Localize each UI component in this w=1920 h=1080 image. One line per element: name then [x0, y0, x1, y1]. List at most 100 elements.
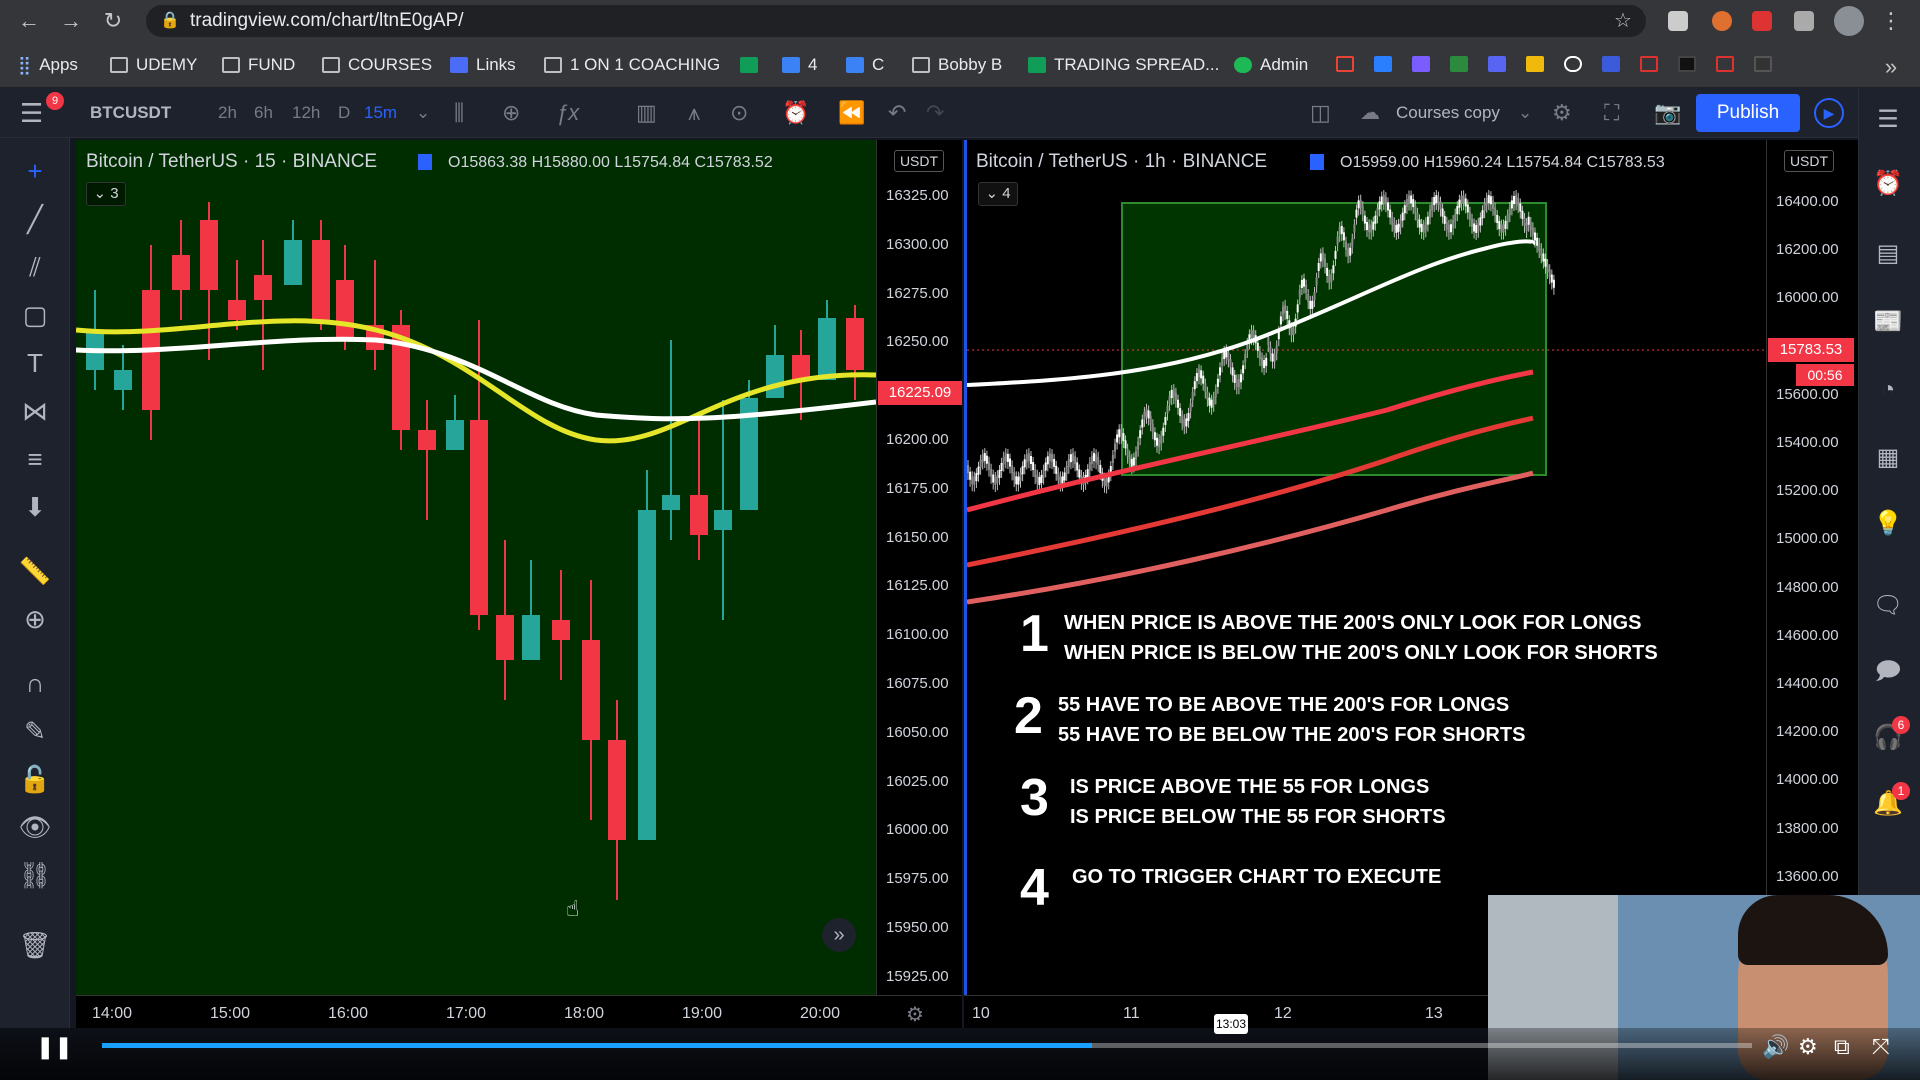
- messages-icon[interactable]: 🗩: [1870, 654, 1906, 690]
- candles-icon[interactable]: ⫼: [454, 88, 464, 138]
- trendline-icon[interactable]: ╱: [18, 202, 52, 236]
- currency-label-left[interactable]: USDT: [894, 150, 944, 172]
- sk-icon[interactable]: [1754, 56, 1772, 72]
- interval-15m[interactable]: 15m: [364, 88, 397, 138]
- arrow-down-icon[interactable]: ⬇: [18, 490, 52, 524]
- extension-icon[interactable]: [1712, 11, 1732, 31]
- layout-icon[interactable]: ◫: [1310, 88, 1331, 138]
- chart-left-canvas[interactable]: [75, 140, 877, 995]
- symbol-search[interactable]: BTCUSDT: [90, 88, 171, 138]
- interval-d[interactable]: D: [338, 88, 350, 138]
- ruler-icon[interactable]: 📏: [18, 554, 52, 588]
- lock-drawings-icon[interactable]: 🔓: [18, 762, 52, 796]
- forward-icon[interactable]: →: [56, 6, 86, 36]
- eye-icon[interactable]: 👁: [18, 810, 52, 844]
- back-icon[interactable]: ←: [14, 6, 44, 36]
- zoom-icon[interactable]: ⊕: [18, 602, 52, 636]
- magnet-icon[interactable]: ∩: [18, 666, 52, 700]
- layout-name[interactable]: Courses copy: [1396, 88, 1500, 138]
- a-icon[interactable]: [1716, 56, 1734, 72]
- profile-avatar[interactable]: [1834, 6, 1864, 36]
- flag-icon[interactable]: [1310, 154, 1324, 170]
- currency-label-right[interactable]: USDT: [1784, 150, 1834, 172]
- text-icon[interactable]: T: [18, 346, 52, 380]
- prediction-icon[interactable]: ≡: [18, 442, 52, 476]
- scroll-to-realtime-icon[interactable]: »: [822, 918, 856, 952]
- pitchfork-icon[interactable]: ⫽: [18, 250, 52, 284]
- trash-icon[interactable]: 🗑: [18, 928, 52, 962]
- link-icon[interactable]: ⛓: [18, 858, 52, 892]
- star-icon[interactable]: ☆: [1608, 6, 1638, 36]
- volume-icon[interactable]: 🔊: [1762, 1034, 1789, 1060]
- flag-icon[interactable]: [418, 154, 432, 170]
- puzzle-icon[interactable]: [1794, 11, 1814, 31]
- gmail-icon[interactable]: [1336, 56, 1354, 72]
- indicator-toggle[interactable]: ⌄ 4: [978, 182, 1018, 206]
- replay-icon[interactable]: ⏪: [838, 88, 865, 138]
- bookmark-apps[interactable]: ⣿ Apps: [18, 54, 78, 76]
- p-icon[interactable]: [1412, 56, 1430, 72]
- camera-icon[interactable]: 📷: [1654, 88, 1681, 138]
- hotlist-icon[interactable]: ◔: [1870, 372, 1906, 408]
- news-icon[interactable]: 📰: [1870, 304, 1906, 340]
- ideas-icon[interactable]: 💡: [1870, 506, 1906, 542]
- watchlist-icon[interactable]: ☰: [1870, 102, 1906, 138]
- bookmark-bobby[interactable]: Bobby B: [912, 54, 1002, 76]
- bookmark-c[interactable]: C: [846, 54, 884, 76]
- binance-icon[interactable]: [1526, 56, 1544, 72]
- alerts-clock-icon[interactable]: ⏰: [1870, 166, 1906, 202]
- templates-icon[interactable]: ⩚: [688, 88, 700, 138]
- chart-pane-left[interactable]: [75, 140, 877, 995]
- interval-2h[interactable]: 2h: [218, 88, 237, 138]
- publish-button[interactable]: Publish: [1696, 94, 1800, 132]
- menu-icon[interactable]: ☰: [20, 88, 43, 138]
- bookmarks-more-icon[interactable]: »: [1876, 52, 1906, 82]
- compare-icon[interactable]: ⊕: [502, 88, 520, 138]
- rectangle-icon[interactable]: ▢: [18, 298, 52, 332]
- bookmark-coaching[interactable]: 1 ON 1 COACHING: [544, 54, 720, 76]
- indicator-toggle[interactable]: ⌄ 3: [86, 182, 126, 206]
- chat-icon[interactable]: 🗨: [1870, 588, 1906, 624]
- redo-icon[interactable]: ↷: [926, 88, 944, 138]
- play-icon[interactable]: ▶: [1814, 98, 1844, 128]
- pause-icon[interactable]: ❚❚: [36, 1034, 73, 1060]
- dark-icon[interactable]: [1678, 56, 1696, 72]
- extension-icon[interactable]: [1668, 11, 1688, 31]
- price-axis-right[interactable]: [1766, 140, 1858, 995]
- bookmark-courses[interactable]: COURSES: [322, 54, 432, 76]
- alert-icon[interactable]: ⊙: [730, 88, 748, 138]
- settings-icon[interactable]: ⚙: [1552, 88, 1572, 138]
- google-icon[interactable]: [1564, 56, 1582, 72]
- financials-icon[interactable]: ▥: [636, 88, 657, 138]
- interval-6h[interactable]: 6h: [254, 88, 273, 138]
- acrobat-icon[interactable]: [1640, 56, 1658, 72]
- axis-settings-icon[interactable]: ⚙: [906, 1002, 924, 1027]
- bookmark-fund[interactable]: FUND: [222, 54, 295, 76]
- c-icon[interactable]: [1602, 56, 1620, 72]
- pip-icon[interactable]: ⧉: [1834, 1034, 1850, 1060]
- more-icon[interactable]: ⋮: [1876, 6, 1906, 36]
- skype-icon[interactable]: [1374, 56, 1392, 72]
- interval-dropdown-icon[interactable]: ⌄: [416, 88, 430, 138]
- alarm-icon[interactable]: ⏰: [782, 88, 809, 138]
- crosshair-icon[interactable]: +: [18, 154, 52, 188]
- player-settings-icon[interactable]: ⚙: [1798, 1034, 1818, 1060]
- url-text[interactable]: tradingview.com/chart/ltnE0gAP/: [190, 10, 464, 32]
- reload-icon[interactable]: ↻: [98, 6, 128, 36]
- bookmark-admin[interactable]: Admin: [1234, 54, 1308, 76]
- bookmark-4[interactable]: 4: [782, 54, 817, 76]
- extension-icon[interactable]: [1752, 11, 1772, 31]
- data-window-icon[interactable]: ▤: [1870, 236, 1906, 272]
- fullscreen-icon[interactable]: ⛶: [1604, 88, 1619, 138]
- draw-mode-icon[interactable]: ✎: [18, 714, 52, 748]
- bookmark-trading-spread[interactable]: TRADING SPREAD...: [1028, 54, 1219, 76]
- price-axis-left[interactable]: [876, 140, 962, 995]
- exit-fullscreen-icon[interactable]: ⤧: [1872, 1034, 1890, 1060]
- indicators-icon[interactable]: ƒx: [556, 88, 579, 138]
- bookmark-links[interactable]: Links: [450, 54, 516, 76]
- bookmark-udemy[interactable]: UDEMY: [110, 54, 197, 76]
- discord-icon[interactable]: [1488, 56, 1506, 72]
- undo-icon[interactable]: ↶: [888, 88, 906, 138]
- calendar-icon[interactable]: ▦: [1870, 440, 1906, 476]
- trello-icon[interactable]: [1450, 56, 1468, 72]
